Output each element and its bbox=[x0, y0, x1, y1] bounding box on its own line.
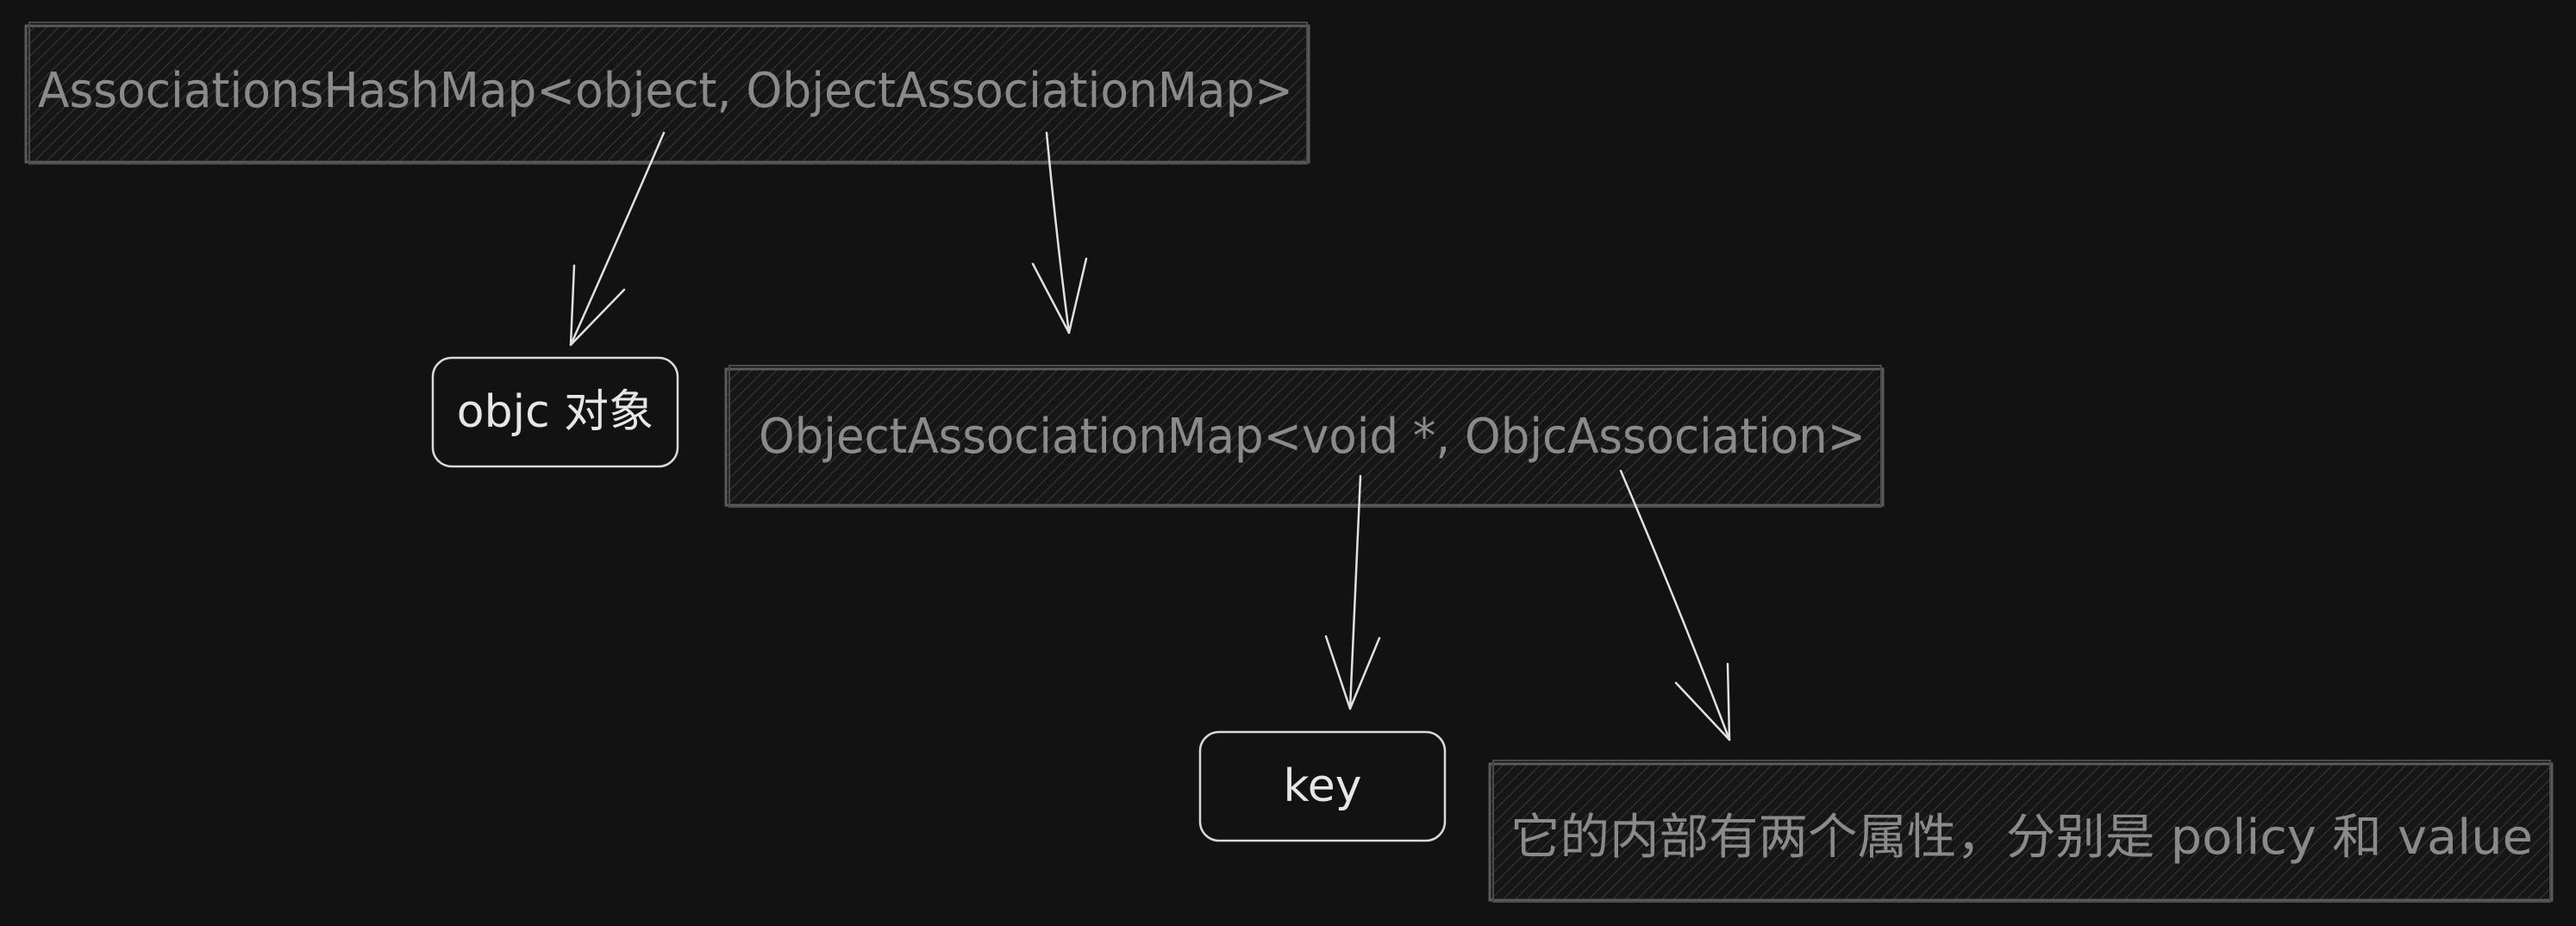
object-association-map-label: ObjectAssociationMap<void *, ObjcAssocia… bbox=[759, 409, 1866, 465]
objc-object-node[interactable]: objc 对象 bbox=[431, 356, 679, 468]
associations-hash-map-label: AssociationsHashMap<object, ObjectAssoci… bbox=[38, 63, 1293, 119]
diagram-canvas: AssociationsHashMap<object, ObjectAssoci… bbox=[24, 22, 2554, 903]
arrow-association-map-to-key bbox=[1324, 474, 1381, 710]
associations-hash-map-node[interactable]: AssociationsHashMap<object, ObjectAssoci… bbox=[24, 22, 1310, 165]
arrow-association-map-to-value bbox=[1619, 469, 1731, 741]
objc-object-label: objc 对象 bbox=[457, 386, 653, 438]
object-association-map-node[interactable]: ObjectAssociationMap<void *, ObjcAssocia… bbox=[724, 365, 1885, 508]
key-label: key bbox=[1283, 760, 1361, 812]
value-description-label: 它的内部有两个属性，分别是 policy 和 value bbox=[1510, 810, 2533, 866]
value-description-node[interactable]: 它的内部有两个属性，分别是 policy 和 value bbox=[1488, 760, 2554, 903]
key-node[interactable]: key bbox=[1198, 730, 1447, 842]
